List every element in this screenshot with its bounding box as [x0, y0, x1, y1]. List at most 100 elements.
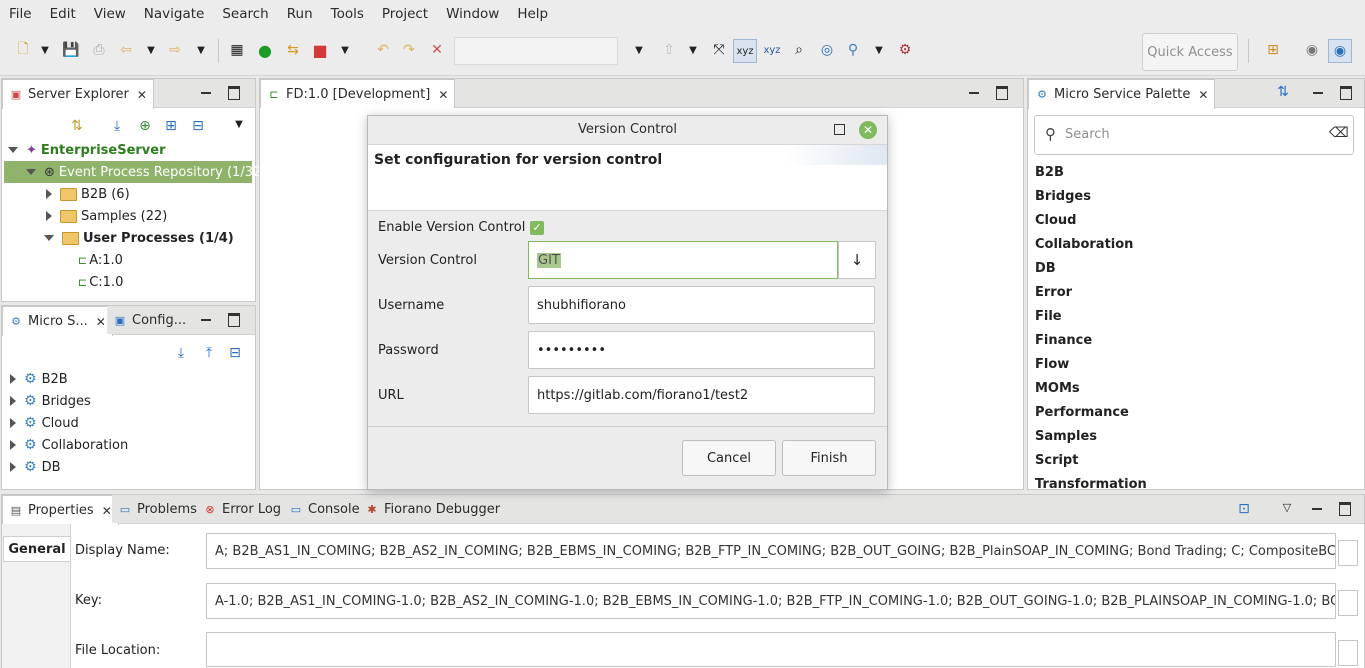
export-service-icon[interactable]: ⤒: [198, 342, 220, 364]
perspective-es-icon[interactable]: ◉: [1301, 39, 1323, 61]
save-icon[interactable]: 💾: [60, 39, 82, 61]
run-icon[interactable]: ●: [254, 39, 276, 61]
xyz-layout-icon[interactable]: xyz: [733, 39, 757, 63]
tab-problems[interactable]: ▭ Problems: [112, 495, 203, 523]
pin-icon[interactable]: ⚲: [842, 39, 864, 61]
build-icon[interactable]: ▦: [226, 39, 248, 61]
tab-fiorano-debugger[interactable]: ✱ Fiorano Debugger: [359, 495, 507, 523]
minimize-icon[interactable]: [200, 87, 212, 99]
version-control-dropdown-button[interactable]: ↓: [838, 241, 876, 279]
tree-item-process-a[interactable]: ⊏ A:1.0: [78, 249, 123, 271]
tree-item-user-processes[interactable]: User Processes (1/4): [44, 227, 234, 249]
close-icon[interactable]: ✕: [859, 121, 877, 139]
clear-search-icon[interactable]: ⌫: [1329, 125, 1349, 141]
menu-view[interactable]: View: [85, 6, 135, 22]
collapse-all-icon[interactable]: ⊟: [224, 342, 246, 364]
up-dropdown-icon[interactable]: ▼: [682, 39, 704, 61]
import-service-icon[interactable]: ⤓: [170, 342, 192, 364]
palette-item-performance[interactable]: Performance: [1035, 405, 1129, 420]
back-icon[interactable]: ⇦: [115, 39, 137, 61]
menu-tools[interactable]: Tools: [322, 6, 373, 22]
back-dropdown-icon[interactable]: ▼: [140, 39, 162, 61]
maximize-icon[interactable]: [228, 313, 240, 327]
tab-console[interactable]: ▭ Console: [283, 495, 366, 523]
palette-item-samples[interactable]: Samples: [1035, 429, 1097, 444]
finish-button[interactable]: Finish: [782, 440, 876, 476]
tab-configuration[interactable]: ▣ Config...: [107, 306, 193, 334]
tree-item-samples[interactable]: Samples (22): [46, 205, 167, 227]
refresh-icon[interactable]: ⇅: [66, 115, 88, 137]
tree-item-process-c[interactable]: ⊏ C:1.0: [78, 271, 123, 293]
tree-item-b2b[interactable]: B2B (6): [46, 183, 130, 205]
chevron-down-icon[interactable]: [8, 147, 18, 153]
tab-properties[interactable]: ▤ Properties ✕: [2, 495, 119, 525]
url-field[interactable]: https://gitlab.com/fiorano1/test2: [528, 376, 875, 414]
undo-icon[interactable]: ↶: [372, 39, 394, 61]
enable-version-control-checkbox[interactable]: ✓: [530, 221, 544, 235]
search-input[interactable]: Search: [1065, 127, 1110, 142]
view-menu-icon[interactable]: ▼: [228, 113, 250, 135]
print-icon[interactable]: ⎙: [88, 39, 110, 61]
import-icon[interactable]: ⤓: [106, 115, 128, 137]
minimize-icon[interactable]: [968, 87, 980, 99]
close-icon[interactable]: ✕: [1198, 88, 1208, 102]
minimize-icon[interactable]: [200, 314, 212, 326]
password-field[interactable]: •••••••••: [528, 331, 875, 369]
forward-icon[interactable]: ⇨: [164, 39, 186, 61]
palette-item-bridges[interactable]: Bridges: [1035, 189, 1091, 204]
palette-item-finance[interactable]: Finance: [1035, 333, 1092, 348]
tab-micro-services[interactable]: ⚙ Micro S... ✕: [2, 306, 113, 336]
file-location-edit-button[interactable]: [1338, 640, 1358, 666]
chevron-right-icon[interactable]: [46, 189, 52, 199]
find-icon[interactable]: ⌕: [788, 39, 810, 61]
minimize-icon[interactable]: [1311, 503, 1323, 515]
maximize-icon[interactable]: [996, 86, 1008, 100]
palette-search[interactable]: ⚲ Search ⌫: [1034, 115, 1354, 155]
tree-item-event-process-repository[interactable]: ⊛ Event Process Repository (1/32): [4, 161, 266, 183]
maximize-icon[interactable]: [1340, 86, 1352, 100]
view-menu-icon[interactable]: ▽: [1276, 496, 1298, 518]
version-control-select[interactable]: GIT: [528, 241, 838, 279]
service-category-cloud[interactable]: ⚙ Cloud: [10, 412, 79, 434]
redo-icon[interactable]: ↷: [398, 39, 420, 61]
collapse-all-icon[interactable]: ⊟: [187, 115, 209, 137]
delete-icon[interactable]: ✕: [426, 39, 448, 61]
menu-help[interactable]: Help: [508, 6, 557, 22]
chevron-down-icon[interactable]: [26, 169, 36, 175]
palette-item-b2b[interactable]: B2B: [1035, 165, 1064, 180]
tree-item-enterprise-server[interactable]: ✦ EnterpriseServer: [8, 139, 166, 161]
chevron-right-icon[interactable]: [10, 374, 16, 384]
debug-icon[interactable]: ⚙: [894, 39, 916, 61]
maximize-icon[interactable]: [228, 86, 240, 100]
service-category-db[interactable]: ⚙ DB: [10, 456, 61, 478]
side-tab-general[interactable]: General: [3, 536, 70, 562]
quick-access-input[interactable]: Quick Access: [1142, 33, 1238, 71]
key-field[interactable]: A-1.0; B2B_AS1_IN_COMING-1.0; B2B_AS2_IN…: [206, 583, 1336, 619]
key-edit-button[interactable]: [1338, 590, 1358, 616]
maximize-icon[interactable]: [1339, 502, 1351, 516]
tab-server-explorer[interactable]: ▣ Server Explorer ✕: [2, 79, 154, 109]
chevron-right-icon[interactable]: [46, 211, 52, 221]
up-icon[interactable]: ⇧: [658, 39, 680, 61]
connect-icon[interactable]: ⤧: [708, 39, 730, 61]
palette-item-file[interactable]: File: [1035, 309, 1062, 324]
close-icon[interactable]: ✕: [438, 88, 448, 102]
menu-edit[interactable]: Edit: [41, 6, 85, 22]
perspective-active-icon[interactable]: ◉: [1328, 39, 1352, 63]
minimize-icon[interactable]: [1312, 87, 1324, 99]
toolbar-combo[interactable]: [454, 37, 618, 65]
refresh-palette-icon[interactable]: ⇅: [1272, 81, 1294, 103]
chevron-right-icon[interactable]: [10, 396, 16, 406]
tab-error-log[interactable]: ⊗ Error Log: [197, 495, 288, 523]
stop-dropdown-icon[interactable]: ▼: [334, 39, 356, 61]
stop-icon[interactable]: ■: [309, 39, 331, 61]
maximize-icon[interactable]: [834, 124, 845, 135]
palette-item-error[interactable]: Error: [1035, 285, 1072, 300]
xyz-icon[interactable]: xyz: [761, 39, 783, 61]
menu-project[interactable]: Project: [373, 6, 437, 22]
menu-window[interactable]: Window: [437, 6, 508, 22]
palette-item-flow[interactable]: Flow: [1035, 357, 1069, 372]
palette-item-script[interactable]: Script: [1035, 453, 1078, 468]
service-category-b2b[interactable]: ⚙ B2B: [10, 368, 68, 390]
tab-fd-editor[interactable]: ⊏ FD:1.0 [Development] ✕: [260, 79, 456, 109]
